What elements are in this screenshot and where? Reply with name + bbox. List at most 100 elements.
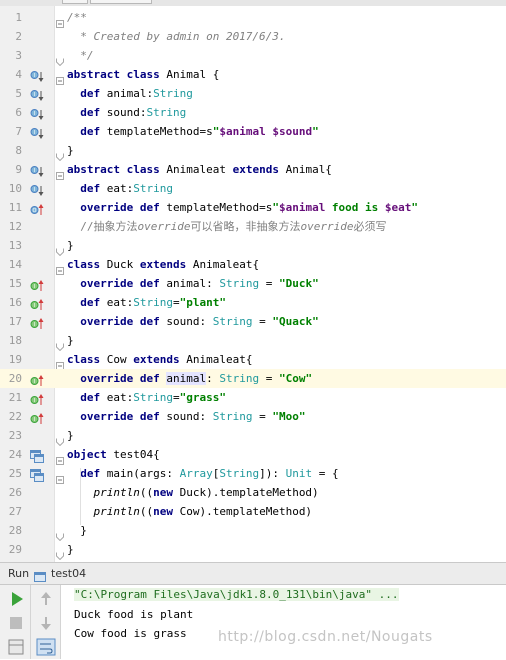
line-number[interactable]: 1 [0,8,22,27]
overriding-up-icon[interactable]: O [30,201,44,215]
line-number[interactable]: 19 [0,350,22,369]
code-line[interactable]: 7 I def templateMethod=s"$animal $sound" [0,122,506,141]
line-number[interactable]: 5 [0,84,22,103]
code-line[interactable]: 15 I override def animal: String = "Duck" [0,274,506,293]
line-number[interactable]: 6 [0,103,22,122]
code-line[interactable]: 17 I override def sound: String = "Quack" [0,312,506,331]
code-line[interactable]: 16 I def eat:String="plant" [0,293,506,312]
code-text[interactable]: class Cow extends Animaleat{ [67,350,252,369]
code-line[interactable]: 10 I def eat:String [0,179,506,198]
code-line[interactable]: 22 I override def sound: String = "Moo" [0,407,506,426]
implemented-down-icon[interactable]: I [30,68,44,82]
code-text[interactable]: /** [67,8,87,27]
code-text[interactable]: object test04{ [67,445,160,464]
code-line[interactable]: 18} [0,331,506,352]
line-number[interactable]: 11 [0,198,22,217]
fold-marker-icon[interactable] [56,469,64,484]
line-number[interactable]: 21 [0,388,22,407]
line-number[interactable]: 12 [0,217,22,236]
code-line[interactable]: 5 I def animal:String [0,84,506,103]
fold-marker-icon[interactable] [56,260,64,275]
implemented-down-icon[interactable]: I [30,87,44,101]
code-text[interactable]: override def sound: String = "Quack" [67,312,318,331]
code-line[interactable]: 8} [0,141,506,162]
code-line[interactable]: 12 //抽象方法override可以省略，非抽象方法override必须写 [0,217,506,236]
fold-marker-icon[interactable] [56,545,64,561]
layout-icon[interactable] [6,638,26,656]
code-text[interactable]: } [67,141,74,160]
line-number[interactable]: 13 [0,236,22,255]
fold-marker-icon[interactable] [56,431,64,447]
fold-marker-icon[interactable] [56,241,64,257]
code-text[interactable]: override def animal: String = "Cow" [67,369,312,388]
code-line[interactable]: 25 def main(args: Array[String]): Unit =… [0,464,506,484]
line-number[interactable]: 10 [0,179,22,198]
code-text[interactable]: } [67,331,74,350]
line-number[interactable]: 20 [0,369,22,388]
code-line[interactable]: 21 I def eat:String="grass" [0,388,506,407]
code-line[interactable]: 3 */ [0,46,506,67]
code-text[interactable]: */ [67,46,93,65]
code-line[interactable]: 19 class Cow extends Animaleat{ [0,350,506,370]
code-line[interactable]: 28 } [0,521,506,542]
fold-marker-icon[interactable] [56,526,64,542]
implemented-down-icon[interactable]: I [30,106,44,120]
editor-tab[interactable] [90,0,152,4]
code-line[interactable]: 13} [0,236,506,257]
run-object-icon[interactable] [30,448,44,463]
code-line[interactable]: 24 object test04{ [0,445,506,465]
code-editor[interactable]: 1/** 2 * Created by admin on 2017/6/3. 3 *… [0,6,506,562]
soft-wrap-icon[interactable] [36,638,56,656]
line-number[interactable]: 18 [0,331,22,350]
line-number[interactable]: 4 [0,65,22,84]
fold-marker-icon[interactable] [56,51,64,67]
code-line[interactable]: 2 * Created by admin on 2017/6/3. [0,27,506,46]
run-tab-test04[interactable]: test04 [51,567,86,580]
code-text[interactable]: * Created by admin on 2017/6/3. [67,27,285,46]
line-number[interactable]: 9 [0,160,22,179]
code-text[interactable]: def eat:String="grass" [67,388,226,407]
code-line[interactable]: 9 Iabstract class Animaleat extends Anima… [0,160,506,180]
line-number[interactable]: 25 [0,464,22,483]
line-number[interactable]: 8 [0,141,22,160]
line-number[interactable]: 2 [0,27,22,46]
code-text[interactable]: def templateMethod=s"$animal $sound" [67,122,318,141]
code-text[interactable]: override def templateMethod=s"$animal fo… [67,198,418,217]
fold-marker-icon[interactable] [56,336,64,352]
code-text[interactable]: def animal:String [67,84,193,103]
rerun-icon[interactable] [6,590,26,608]
code-text[interactable]: def eat:String [67,179,173,198]
code-line[interactable]: 11 O override def templateMethod=s"$anima… [0,198,506,217]
code-line[interactable]: 1 /** [0,8,506,28]
code-line[interactable]: 27 println((new Cow).templateMethod) [0,502,506,521]
code-text[interactable]: abstract class Animaleat extends Animal{ [67,160,332,179]
code-line[interactable]: 23} [0,426,506,447]
implementing-up-icon[interactable]: I [30,391,44,405]
code-line[interactable]: 20 I override def animal: String = "Cow" [0,369,506,388]
code-line[interactable]: 14 class Duck extends Animaleat{ [0,255,506,275]
code-text[interactable]: class Duck extends Animaleat{ [67,255,259,274]
code-text[interactable]: } [67,236,74,255]
line-number[interactable]: 3 [0,46,22,65]
implementing-up-icon[interactable]: I [30,277,44,291]
line-number[interactable]: 16 [0,293,22,312]
code-text[interactable]: } [67,521,87,540]
line-number[interactable]: 7 [0,122,22,141]
implementing-up-icon[interactable]: I [30,410,44,424]
code-text[interactable]: def sound:String [67,103,186,122]
fold-marker-icon[interactable] [56,355,64,370]
code-text[interactable]: println((new Duck).templateMethod) [67,483,319,502]
line-number[interactable]: 15 [0,274,22,293]
fold-marker-icon[interactable] [56,146,64,162]
fold-marker-icon[interactable] [56,13,64,28]
line-number[interactable]: 23 [0,426,22,445]
line-number[interactable]: 29 [0,540,22,559]
line-number[interactable]: 14 [0,255,22,274]
code-line[interactable]: 6 I def sound:String [0,103,506,122]
implementing-up-icon[interactable]: I [30,372,44,386]
line-number[interactable]: 27 [0,502,22,521]
line-number[interactable]: 28 [0,521,22,540]
implementing-up-icon[interactable]: I [30,315,44,329]
code-line[interactable]: 4 Iabstract class Animal { [0,65,506,85]
implemented-down-icon[interactable]: I [30,125,44,139]
